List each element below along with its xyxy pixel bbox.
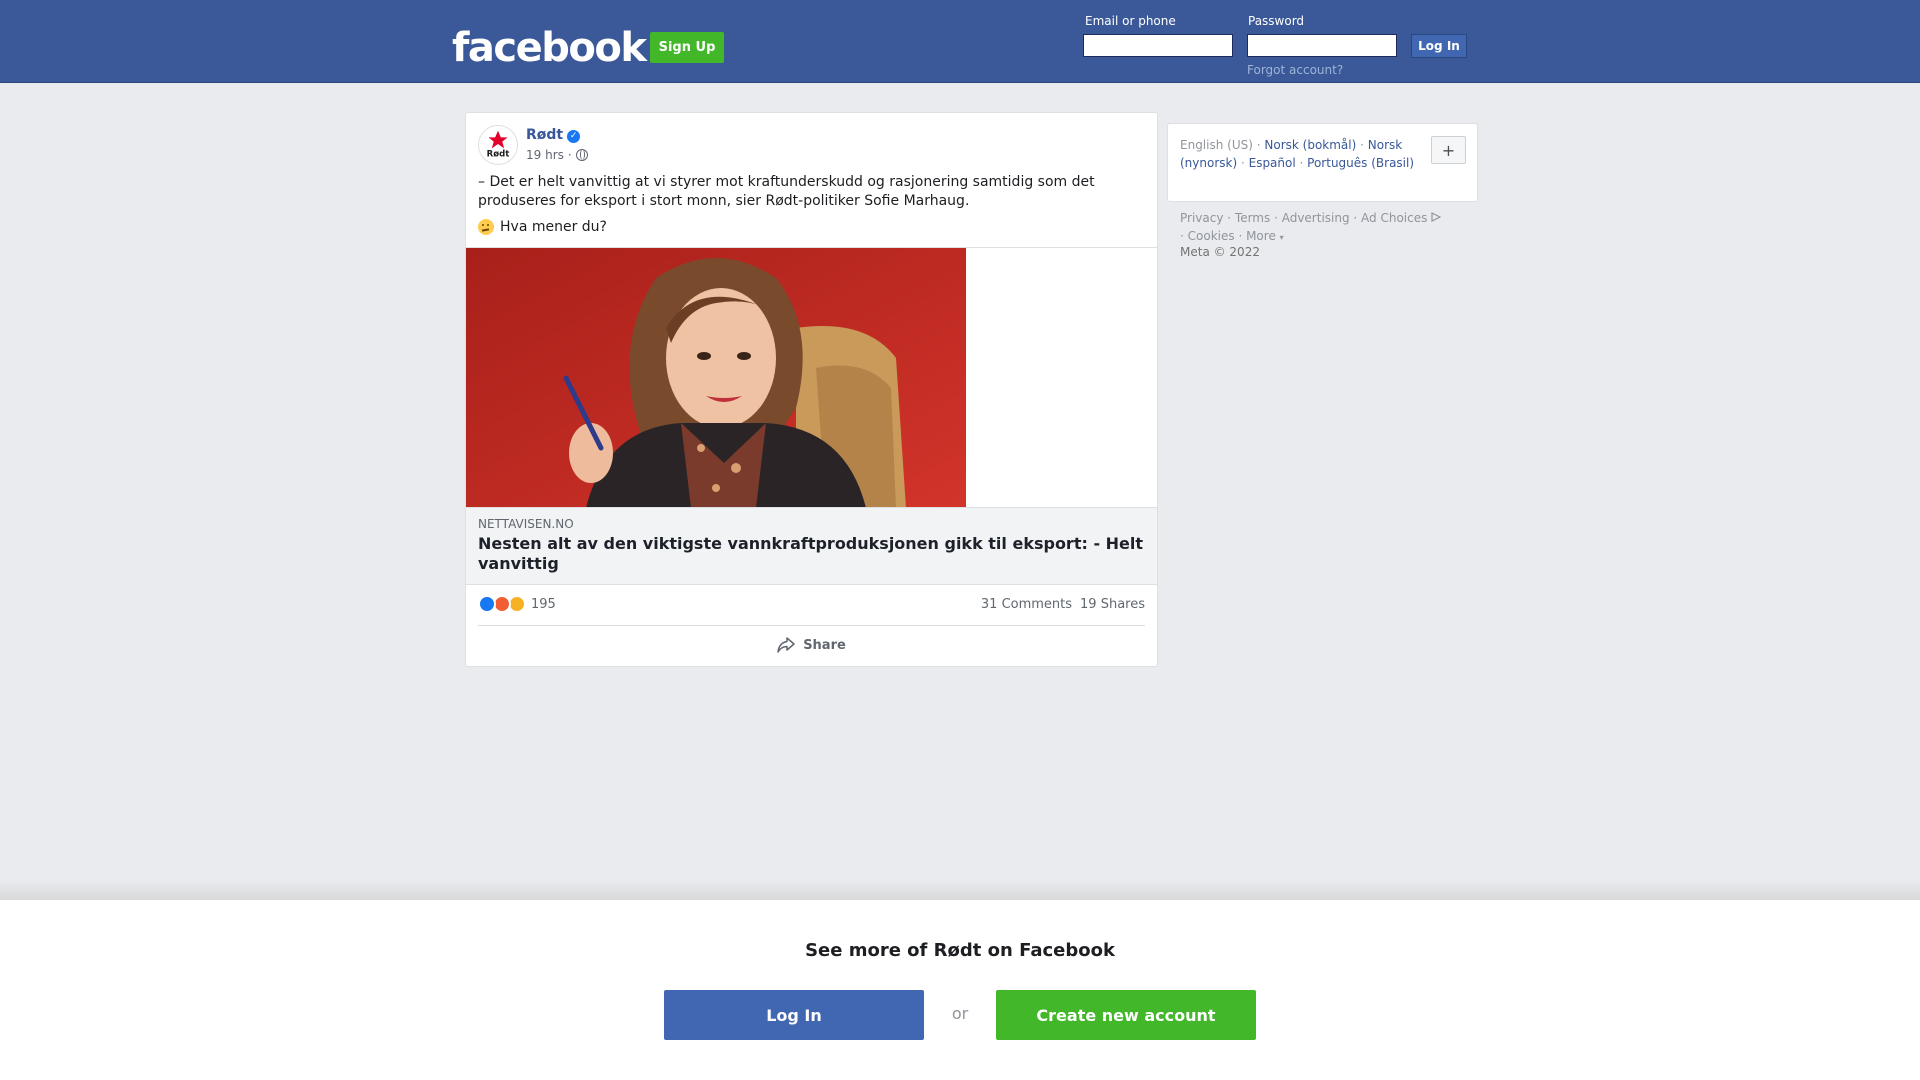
bottom-login-bar: See more of Rødt on Facebook Log In or C… [0, 900, 1920, 1080]
ad-choices-icon [1431, 212, 1442, 222]
create-account-button[interactable]: Create new account [996, 990, 1256, 1040]
thinking-face-icon [478, 219, 494, 235]
bottom-title: See more of Rødt on Facebook [805, 940, 1115, 961]
like-reaction-icon [478, 595, 496, 613]
meta-separator: · [567, 148, 572, 162]
share-button[interactable]: Share [478, 629, 1145, 661]
current-language: English (US) [1180, 138, 1253, 152]
page-avatar[interactable]: Rødt [478, 125, 518, 165]
avatar-text: Rødt [487, 149, 510, 159]
caret-down-icon: ▾ [1279, 233, 1284, 242]
login-button[interactable]: Log In [1411, 34, 1467, 58]
language-option[interactable]: Norsk (bokmål) [1264, 138, 1356, 152]
footer-link-more[interactable]: More ▾ [1246, 229, 1284, 243]
post-question: Hva mener du? [478, 219, 607, 235]
engagement-counts: 31 Comments 19 Shares [981, 597, 1145, 612]
globe-icon [575, 149, 588, 161]
password-field[interactable] [1247, 34, 1397, 57]
language-option[interactable]: Español [1249, 156, 1296, 170]
post-meta: 19 hrs · [526, 148, 588, 162]
language-list: English (US) · Norsk (bokmål) · Norsk (n… [1180, 138, 1415, 170]
action-divider [478, 625, 1145, 626]
page-name-text: Rødt [526, 127, 564, 143]
reactions-summary[interactable]: 195 [478, 595, 556, 613]
rodt-logo-icon: Rødt [479, 126, 517, 164]
post-time[interactable]: 19 hrs [526, 148, 564, 162]
more-label: More [1246, 229, 1276, 243]
footer-link-cookies[interactable]: Cookies [1188, 229, 1235, 243]
reactions-count: 195 [531, 596, 556, 612]
post-card: Rødt Rødt ✓ 19 hrs · – Det er helt vanvit… [465, 112, 1158, 667]
password-label: Password [1248, 14, 1305, 28]
link-domain: NETTAVISEN.NO [478, 517, 574, 531]
or-label: or [951, 1004, 969, 1023]
page-name-link[interactable]: Rødt ✓ [526, 127, 581, 143]
facebook-logo[interactable]: facebook [452, 24, 647, 72]
footer-link-ad-choices[interactable]: Ad Choices [1361, 211, 1442, 225]
link-title[interactable]: Nesten alt av den viktigste vannkraftpro… [478, 534, 1148, 574]
footer-link-privacy[interactable]: Privacy [1180, 211, 1223, 225]
top-bar: facebook Sign Up Email or phone Password… [0, 0, 1920, 83]
footer-link-advertising[interactable]: Advertising [1282, 211, 1350, 225]
share-label: Share [803, 637, 846, 653]
language-box: English (US) · Norsk (bokmål) · Norsk (n… [1167, 123, 1478, 202]
copyright: Meta © 2022 [1180, 245, 1260, 259]
footer-links: Privacy · Terms · Advertising · Ad Choic… [1180, 209, 1480, 247]
shares-count[interactable]: 19 Shares [1080, 597, 1145, 612]
add-language-button[interactable]: + [1431, 136, 1466, 164]
bottom-bar-shadow [0, 880, 1920, 900]
link-preview[interactable]: NETTAVISEN.NO Nesten alt av den viktigst… [466, 507, 1157, 585]
footer-link-terms[interactable]: Terms [1235, 211, 1270, 225]
verified-badge-icon: ✓ [567, 130, 581, 143]
bottom-login-button[interactable]: Log In [664, 990, 924, 1040]
ad-choices-label: Ad Choices [1361, 211, 1428, 225]
email-field[interactable] [1083, 34, 1233, 57]
language-option[interactable]: Português (Brasil) [1307, 156, 1414, 170]
email-label: Email or phone [1085, 14, 1176, 28]
sign-up-button[interactable]: Sign Up [650, 32, 724, 63]
post-question-text: Hva mener du? [500, 219, 607, 235]
link-preview-image-area[interactable] [466, 247, 1157, 508]
woman-with-pen-photo [466, 248, 966, 508]
link-preview-photo[interactable] [466, 248, 966, 508]
comments-count[interactable]: 31 Comments [981, 597, 1072, 612]
forgot-account-link[interactable]: Forgot account? [1247, 63, 1343, 77]
share-icon [777, 637, 795, 653]
post-text: – Det er helt vanvittig at vi styrer mot… [478, 174, 1095, 209]
